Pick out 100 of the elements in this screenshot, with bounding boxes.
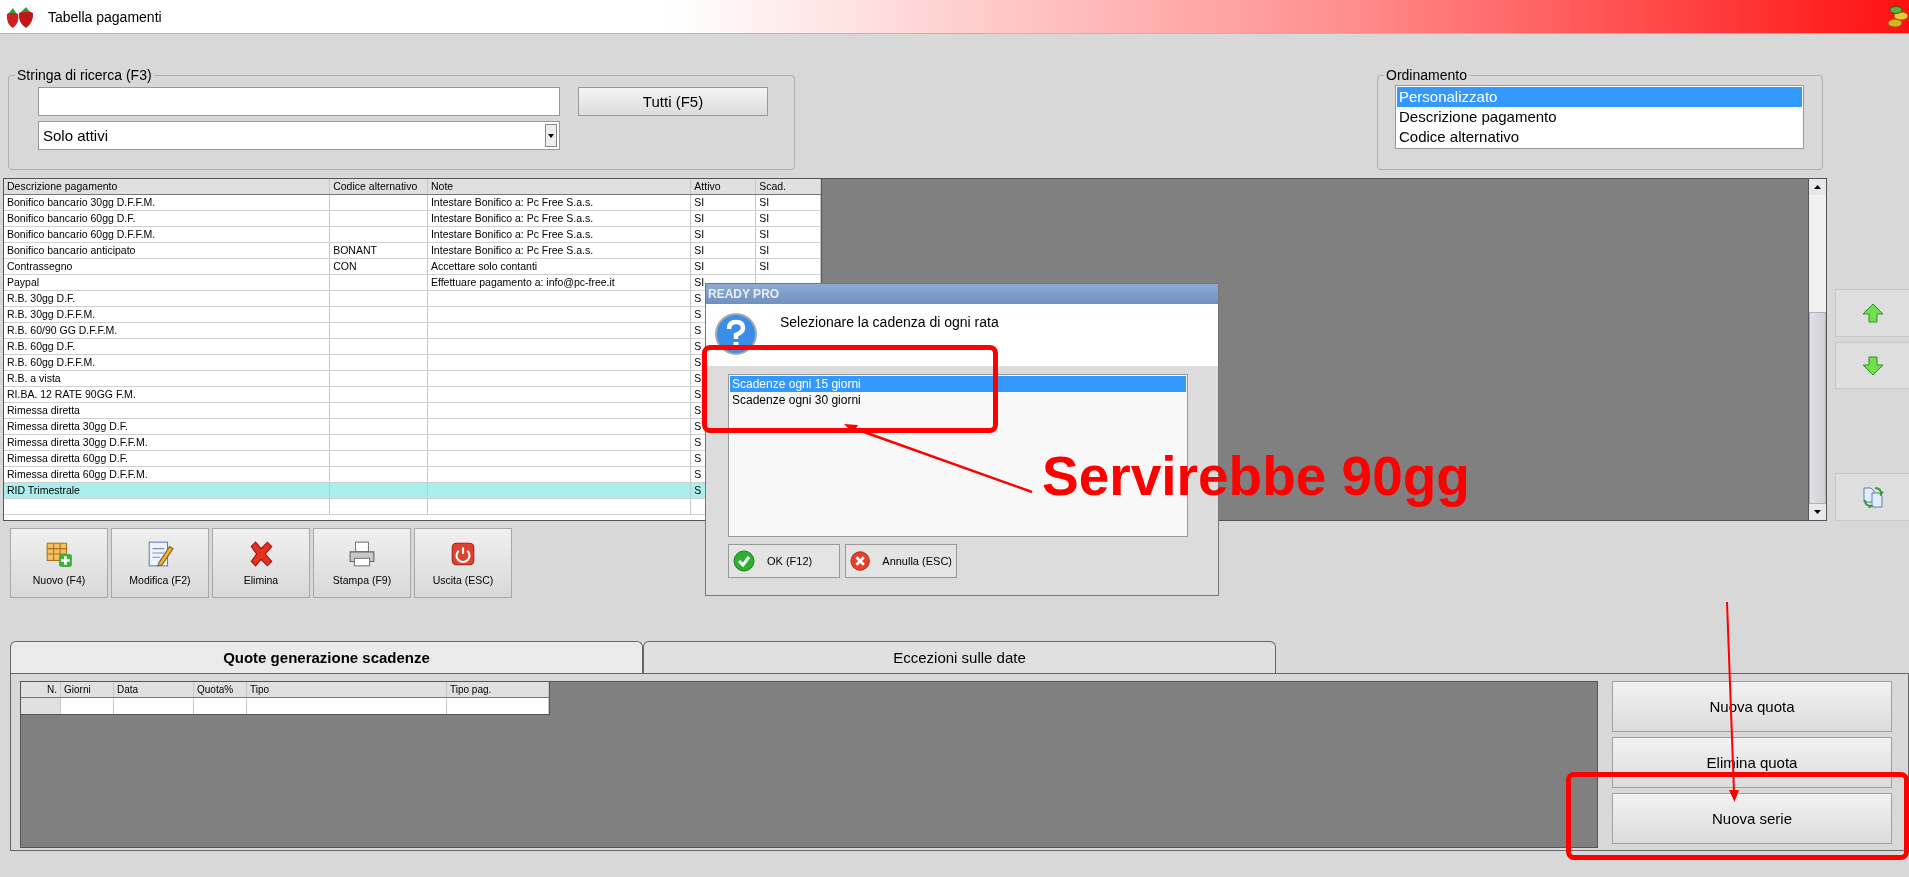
column-header[interactable]: Descrizione pagamento: [4, 179, 331, 194]
table-row[interactable]: Bonifico bancario 30gg D.F.F.M. Intestare Bonifico a: Pc Free S.a.s. SI SI: [4, 195, 821, 211]
toolbar-button[interactable]: Modifica (F2): [111, 528, 209, 598]
table-row[interactable]: Bonifico bancario 60gg D.F.F.M. Intestare Bonifico a: Pc Free S.a.s. SI SI: [4, 227, 821, 243]
column-header[interactable]: Codice alternativo: [330, 179, 428, 194]
list-item[interactable]: Codice alternativo: [1397, 127, 1802, 147]
table-cell: SI: [694, 228, 705, 240]
table-cell: R.B. 60gg D.F.F.M.: [7, 356, 96, 368]
table-cell: SI: [759, 228, 770, 240]
table-row[interactable]: Contrassegno CON Accettare solo contanti SI SI: [4, 259, 821, 275]
table-cell: S: [694, 468, 702, 480]
table-cell: S: [694, 436, 702, 448]
table-cell: SI: [759, 212, 770, 224]
table-cell: S: [694, 388, 702, 400]
dialog-button[interactable]: Annulla (ESC): [845, 544, 957, 578]
table-cell: Rimessa diretta: [7, 404, 80, 416]
table-cell: SI: [694, 212, 705, 224]
printer-icon: [348, 540, 376, 568]
down-arrow-icon: [1861, 354, 1884, 377]
column-header[interactable]: Attivo: [691, 179, 757, 194]
toolbar-button[interactable]: Stampa (F9): [313, 528, 411, 598]
move-up-button[interactable]: [1835, 289, 1909, 337]
list-item[interactable]: Descrizione pagamento: [1397, 107, 1802, 127]
coins-icon: [1887, 4, 1909, 29]
table-cell: BONANT: [333, 244, 377, 256]
table-cell: Intestare Bonifico a: Pc Free S.a.s.: [430, 244, 594, 256]
column-header[interactable]: N.: [21, 682, 61, 697]
table-cell: Effettuare pagamento a: info@pc-free.it: [430, 276, 615, 288]
table-cell: S: [694, 324, 702, 336]
table-cell: Bonifico bancario anticipato: [7, 244, 136, 256]
scrollbar[interactable]: [1808, 178, 1827, 521]
table-cell: SI: [694, 260, 705, 272]
action-button[interactable]: Nuova serie: [1612, 793, 1892, 844]
column-header[interactable]: Quota%: [194, 682, 247, 697]
table-cell: R.B. a vista: [7, 372, 61, 384]
table-cell: S: [694, 308, 702, 320]
question-icon: [714, 312, 758, 356]
group-label: Stringa di ricerca (F3): [16, 67, 153, 83]
table-cell: RI.BA. 12 RATE 90GG F.M.: [7, 388, 136, 400]
table-cell: S: [694, 292, 702, 304]
table-cell: S: [694, 372, 702, 384]
caret-icon: [545, 124, 557, 147]
table-cell: S: [694, 484, 702, 496]
column-header[interactable]: Note: [427, 179, 692, 194]
column-header[interactable]: Scad.: [756, 179, 821, 194]
table-cell: R.B. 30gg D.F.F.M.: [7, 308, 96, 320]
table-cell: SI: [759, 244, 770, 256]
table-cell: Intestare Bonifico a: Pc Free S.a.s.: [430, 212, 594, 224]
table-row[interactable]: Bonifico bancario anticipato BONANT Intestare Bonifico a: Pc Free S.a.s. SI SI: [4, 243, 821, 259]
table-cell: Rimessa diretta 30gg D.F.F.M.: [7, 436, 148, 448]
all-button[interactable]: Tutti (F5): [578, 87, 768, 116]
search-field[interactable]: [38, 87, 560, 116]
table-cell: S: [694, 452, 702, 464]
column-header[interactable]: Giorni: [61, 682, 114, 697]
table-cell: S: [694, 340, 702, 352]
tab[interactable]: Quote generazione scadenze: [10, 641, 643, 673]
table-cell: SI: [694, 244, 705, 256]
toolbar-button[interactable]: Uscita (ESC): [414, 528, 512, 598]
toolbar-button[interactable]: Elimina: [212, 528, 310, 598]
table-cell: S: [694, 404, 702, 416]
document-swap-icon: [1861, 486, 1884, 509]
table-cell: Bonifico bancario 30gg D.F.F.M.: [7, 196, 156, 208]
tab[interactable]: Eccezioni sulle date: [643, 641, 1276, 673]
table-cell: R.B. 60/90 GG D.F.F.M.: [7, 324, 118, 336]
column-header[interactable]: Data: [114, 682, 194, 697]
table-cell: Contrassegno: [7, 260, 73, 272]
table-cell: Intestare Bonifico a: Pc Free S.a.s.: [430, 196, 594, 208]
swap-button[interactable]: [1835, 473, 1909, 521]
dialog-title: READY PRO: [706, 284, 1218, 304]
annotation-text: Servirebbe 90gg: [1042, 445, 1470, 507]
grid-add-icon: [45, 540, 73, 568]
cancel-icon: [850, 550, 871, 572]
table-cell: CON: [333, 260, 357, 272]
table-cell: Intestare Bonifico a: Pc Free S.a.s.: [430, 228, 594, 240]
table-row[interactable]: Bonifico bancario 60gg D.F. Intestare Bonifico a: Pc Free S.a.s. SI SI: [4, 211, 821, 227]
up-arrow-icon: [1861, 301, 1884, 324]
table-cell: Rimessa diretta 30gg D.F.: [7, 420, 128, 432]
column-header[interactable]: Tipo: [247, 682, 447, 697]
table-cell: R.B. 60gg D.F.: [7, 340, 76, 352]
dialog-button[interactable]: OK (F12): [728, 544, 840, 578]
column-header[interactable]: Tipo pag.: [447, 682, 549, 697]
table-cell: Bonifico bancario 60gg D.F.: [7, 212, 136, 224]
notepad-pencil-icon: [146, 540, 174, 568]
table-cell: RID Trimestrale: [7, 484, 80, 496]
table-cell: SI: [759, 196, 770, 208]
window-title: Tabella pagamenti: [48, 8, 162, 25]
toolbar-button[interactable]: Nuovo (F4): [10, 528, 108, 598]
table-cell: Accettare solo contanti: [430, 260, 538, 272]
table-cell: Paypal: [7, 276, 40, 288]
filter-dropdown[interactable]: Solo attivi: [38, 121, 560, 150]
group-label: Ordinamento: [1385, 67, 1468, 83]
power-icon: [449, 540, 477, 568]
table-cell: S: [694, 420, 702, 432]
table-cell: SI: [694, 276, 705, 288]
table-cell: Bonifico bancario 60gg D.F.F.M.: [7, 228, 156, 240]
table-cell: Rimessa diretta 60gg D.F.F.M.: [7, 468, 148, 480]
check-icon: [733, 550, 755, 572]
table-cell: Rimessa diretta 60gg D.F.: [7, 452, 128, 464]
table-cell: SI: [694, 196, 705, 208]
move-down-button[interactable]: [1835, 341, 1909, 390]
